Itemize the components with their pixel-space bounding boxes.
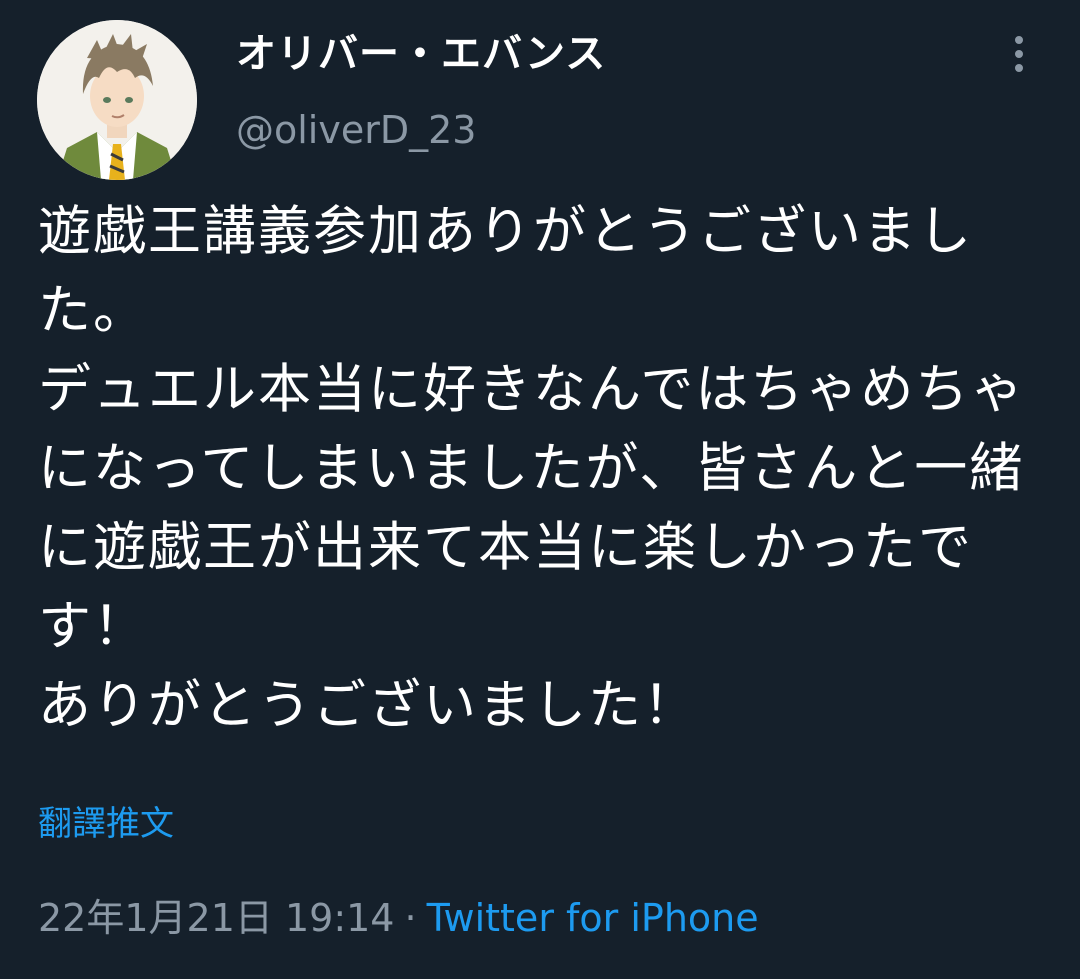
translate-tweet-link[interactable]: 翻譯推文 <box>38 800 174 848</box>
meta-separator: · <box>404 896 417 940</box>
tweet-source-link[interactable]: Twitter for iPhone <box>427 896 759 940</box>
tweet-text: 遊戯王講義参加ありがとうございました。 デュエル本当に好きなんではちゃめちゃにな… <box>38 201 1026 736</box>
more-options-button[interactable] <box>1000 30 1040 74</box>
tweet-timestamp[interactable]: 22年1月21日 19:14 <box>38 896 394 940</box>
avatar-illustration <box>37 20 197 180</box>
more-vertical-icon <box>1015 36 1023 44</box>
tweet-detail: オリバー・エバンス @oliverD_23 遊戯王講義参加ありがとうございました… <box>0 0 1080 979</box>
tweet-metadata: 22年1月21日 19:14 · Twitter for iPhone <box>38 893 759 943</box>
avatar[interactable] <box>37 20 197 180</box>
author-info[interactable]: オリバー・エバンス @oliverD_23 <box>236 28 606 152</box>
display-name[interactable]: オリバー・エバンス <box>236 28 606 80</box>
user-handle[interactable]: @oliverD_23 <box>236 108 606 152</box>
